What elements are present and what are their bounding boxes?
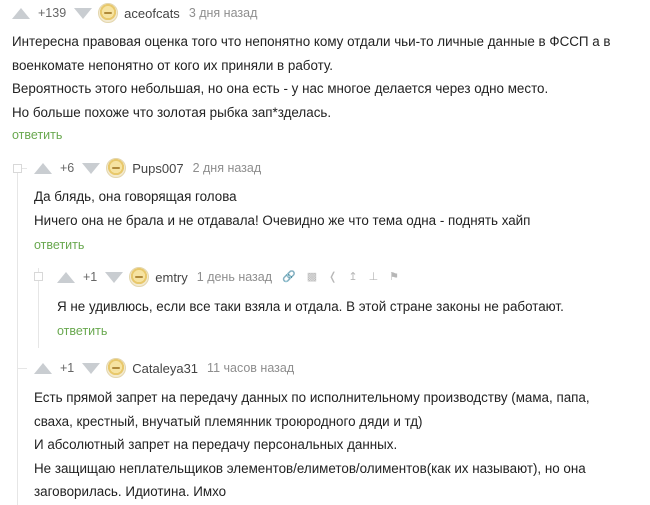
upvote-button[interactable]	[12, 7, 30, 19]
comment-rating: +6	[60, 161, 75, 175]
thread-line	[17, 368, 27, 369]
vote-icon[interactable]: ⊥	[369, 271, 379, 283]
downvote-button[interactable]	[74, 7, 93, 19]
downvote-button[interactable]	[82, 362, 101, 374]
upvote-button[interactable]	[57, 271, 75, 283]
upvote-button[interactable]	[34, 362, 52, 374]
tree-icon[interactable]: ↥	[348, 271, 357, 283]
comment-author[interactable]: aceofcats	[124, 6, 180, 21]
comment-time[interactable]: 2 дня назад	[193, 161, 262, 175]
comment-text-line: Вероятность этого небольшая, но она есть…	[12, 81, 549, 96]
comment-text-line: Да блядь, она говорящая голова	[34, 189, 237, 204]
comment-text-line: заговорилась. Идиотина. Имхо	[34, 484, 227, 499]
comment-time[interactable]: 3 дня назад	[189, 6, 258, 20]
avatar[interactable]	[98, 3, 119, 23]
avatar[interactable]	[129, 267, 150, 287]
reply-link[interactable]: ответить	[12, 128, 62, 142]
comment-text-line: Я не удивлюсь, если все таки взяла и отд…	[57, 299, 564, 314]
comment-author[interactable]: emtry	[155, 270, 188, 285]
comment-text-line: Но больше похоже что золотая рыбка зап*з…	[12, 104, 332, 120]
comment-text-line: И абсолютный запрет на передачу персонал…	[34, 437, 398, 452]
save-icon[interactable]: ▩	[307, 271, 317, 283]
comment-rating: +1	[83, 270, 98, 284]
comment-text-line: Ничего она не брала и не отдавала! Очеви…	[34, 212, 531, 228]
comment-text-line: военкомате непонятно от кого их приняли …	[12, 57, 333, 73]
comment-time[interactable]: 11 часов назад	[207, 361, 294, 375]
thread-line	[17, 168, 18, 505]
link-icon[interactable]: 🔗	[282, 271, 296, 283]
reply-link[interactable]: ответить	[57, 324, 107, 338]
comment-rating: +139	[38, 6, 67, 20]
downvote-button[interactable]	[82, 162, 101, 174]
flag-icon[interactable]: ⚑	[389, 271, 399, 283]
comment-author[interactable]: Pups007	[132, 161, 183, 176]
comment-text-line: сваха, крестный, внучатый племянник трою…	[34, 413, 423, 429]
comment-text-line: Не защищаю неплательщиков элементов/елим…	[34, 460, 586, 476]
comment-text-line: Интересна правовая оценка того что непон…	[12, 34, 611, 49]
collapse-toggle[interactable]	[34, 272, 43, 281]
comment-time[interactable]: 1 день назад	[197, 270, 272, 284]
upvote-button[interactable]	[34, 162, 52, 174]
share-icon[interactable]: ❬	[328, 271, 337, 283]
reply-link[interactable]: ответить	[34, 238, 84, 252]
comment-text-line: Есть прямой запрет на передачу данных по…	[34, 390, 590, 405]
avatar[interactable]	[106, 158, 127, 178]
comment-author[interactable]: Cataleya31	[132, 361, 198, 376]
comment-tools: 🔗 ▩ ❬ ↥ ⊥ ⚑	[282, 271, 399, 283]
downvote-button[interactable]	[105, 271, 124, 283]
avatar[interactable]	[106, 358, 127, 378]
comment-rating: +1	[60, 361, 75, 375]
collapse-toggle[interactable]	[13, 164, 22, 173]
